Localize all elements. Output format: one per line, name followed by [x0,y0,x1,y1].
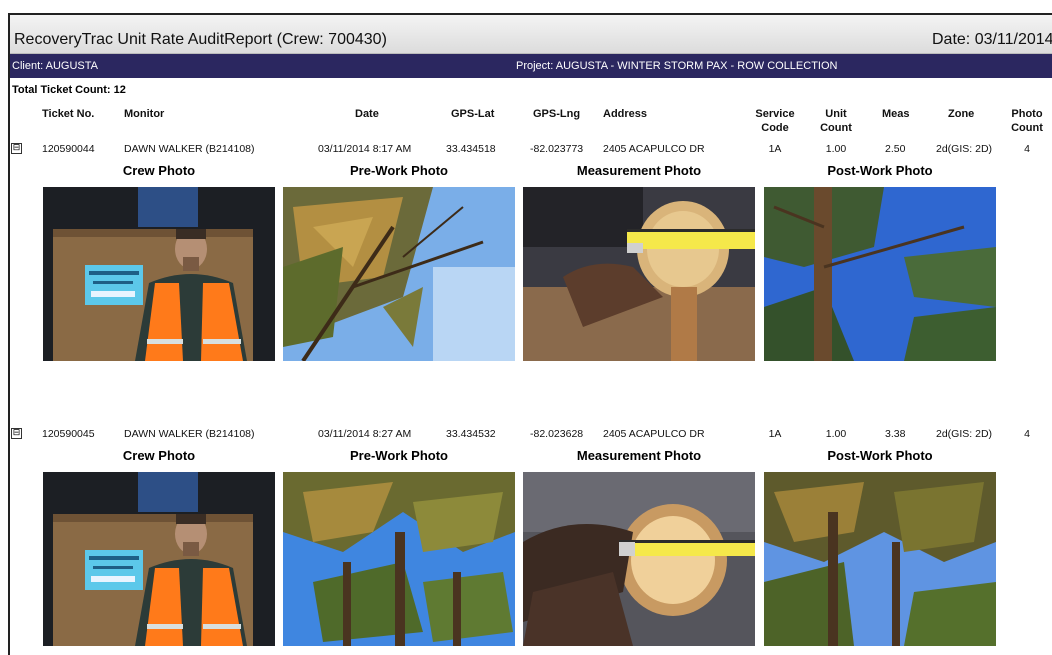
ticket-meas: 2.50 [885,143,906,155]
col-gps-lat: GPS-Lat [451,108,495,120]
col-monitor: Monitor [124,108,165,120]
crew-photo[interactable] [43,187,275,361]
ticket-gps-lng: -82.023773 [530,143,584,155]
ticket-gps-lng: -82.023628 [530,428,584,440]
col-date: Date [355,108,379,120]
col-gps-lng: GPS-Lng [533,108,581,120]
pre-work-photo-label: Pre-Work Photo [350,448,448,463]
col-photo-count-2: Count [1011,122,1043,134]
col-ticket-no: Ticket No. [42,108,95,120]
col-address: Address [603,108,648,120]
client-label: Client: AUGUSTA [12,60,98,72]
pre-work-photo-label: Pre-Work Photo [350,163,448,178]
ticket-zone: 2d(GIS: 2D) [936,143,993,155]
ticket-monitor: DAWN WALKER (B214108) [124,143,255,155]
col-service-code-1: Service [755,108,795,120]
total-ticket-count: Total Ticket Count: 12 [12,84,126,96]
measurement-photo-label: Measurement Photo [576,448,702,463]
pre-work-photo[interactable] [283,187,515,361]
report-date: Date: 03/11/2014 [932,31,1052,48]
ticket-address: 2405 ACAPULCO DR [603,143,705,155]
col-zone: Zone [948,108,975,120]
col-unit-count-2: Count [820,122,852,134]
ticket-service-code: 1A [768,428,782,440]
measurement-photo-label: Measurement Photo [576,163,702,178]
ticket-number: 120590045 [42,428,95,440]
ticket-unit-count: 1.00 [825,143,847,155]
ticket-gps-lat: 33.434532 [446,428,496,440]
ticket-date: 03/11/2014 8:17 AM [318,143,412,155]
ticket-number: 120590044 [42,143,95,155]
ticket-zone: 2d(GIS: 2D) [936,428,993,440]
col-unit-count-1: Unit [825,108,847,120]
post-work-photo[interactable] [764,472,996,646]
ticket-gps-lat: 33.434518 [446,143,496,155]
crew-photo-label: Crew Photo [122,448,196,463]
ticket-photo-count: 4 [1024,143,1030,155]
measurement-photo[interactable] [523,472,755,646]
collapse-icon[interactable]: ⊟ [11,428,22,439]
col-service-code-2: Code [761,122,789,134]
ticket-service-code: 1A [768,143,782,155]
post-work-photo[interactable] [764,187,996,361]
collapse-icon[interactable]: ⊟ [11,143,22,154]
ticket-meas: 3.38 [885,428,906,440]
crew-photo[interactable] [43,472,275,646]
ticket-monitor: DAWN WALKER (B214108) [124,428,255,440]
post-work-photo-label: Post-Work Photo [827,163,933,178]
project-label: Project: AUGUSTA - WINTER STORM PAX - RO… [516,60,838,72]
ticket-unit-count: 1.00 [825,428,847,440]
report-title-bar: RecoveryTrac Unit Rate AuditReport (Crew… [10,15,1052,54]
measurement-photo[interactable] [523,187,755,361]
pre-work-photo[interactable] [283,472,515,646]
crew-photo-label: Crew Photo [122,163,196,178]
client-project-bar: Client: AUGUSTA Project: AUGUSTA - WINTE… [10,54,1052,78]
ticket-photo-count: 4 [1024,428,1030,440]
ticket-date: 03/11/2014 8:27 AM [318,428,412,440]
col-photo-count-1: Photo [1011,108,1043,120]
ticket-address: 2405 ACAPULCO DR [603,428,705,440]
post-work-photo-label: Post-Work Photo [827,448,933,463]
report-title: RecoveryTrac Unit Rate AuditReport (Crew… [14,31,387,48]
col-meas: Meas [882,108,910,120]
